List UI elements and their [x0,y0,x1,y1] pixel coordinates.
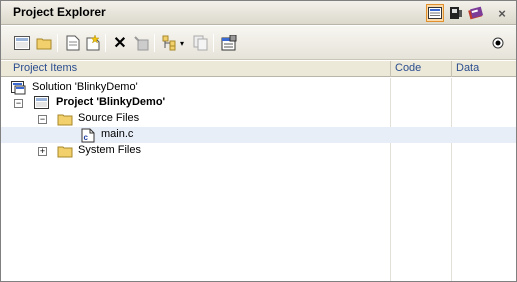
tree-view: Solution 'BlinkyDemo' − Project 'BlinkyD… [1,78,516,281]
folder-icon [57,144,73,158]
project-icon [34,96,50,110]
toolbar-separator [105,34,106,52]
device-icon[interactable] [447,4,465,22]
toolbar-separator [57,34,58,52]
tree-row-main-c[interactable]: c main.c [1,127,516,143]
c-file-icon: c [80,128,96,143]
new-file-icon[interactable] [64,34,82,52]
tree-options-icon[interactable] [161,34,179,52]
svg-text:c: c [84,133,89,142]
close-icon[interactable]: × [493,4,511,22]
title-bar: Project Explorer × [1,1,516,25]
collapse-toggle[interactable]: − [14,99,23,108]
radio-indicator-icon[interactable] [489,34,507,52]
project-explorer-window: Project Explorer × ✕ ▾ Project Items Cod… [0,0,517,282]
new-project-icon[interactable] [13,34,31,52]
properties-icon[interactable] [220,34,238,52]
folder-icon [57,112,73,126]
dropdown-arrow-icon[interactable]: ▾ [178,34,186,52]
expand-toggle[interactable]: + [38,147,47,156]
tree-row-system-files[interactable]: + System Files [1,143,516,159]
column-data[interactable]: Data [456,62,479,74]
column-project-items[interactable]: Project Items [13,62,77,74]
column-divider[interactable] [451,61,452,77]
collapse-toggle[interactable]: − [38,115,47,124]
tree-label: main.c [101,128,134,140]
column-header: Project Items Code Data [1,61,516,77]
tree-row-source-files[interactable]: − Source Files [1,111,516,127]
column-code[interactable]: Code [395,62,421,74]
delete-icon[interactable]: ✕ [111,34,129,52]
tree-label: Project 'BlinkyDemo' [56,96,166,108]
copy-faded-icon[interactable] [192,34,210,52]
toolbar-separator [154,34,155,52]
tree-row-solution[interactable]: Solution 'BlinkyDemo' [1,80,516,96]
toolbar-separator [213,34,214,52]
open-folder-icon[interactable] [35,34,53,52]
books-icon[interactable] [467,4,485,22]
properties-faded-icon[interactable] [132,34,150,52]
tree-label: Source Files [78,112,140,124]
tree-label: Solution 'BlinkyDemo' [32,81,138,93]
add-file-icon[interactable] [84,34,102,52]
project-view-icon[interactable] [426,4,444,22]
panel-title: Project Explorer [13,5,106,19]
solution-icon [11,81,27,95]
tree-row-project[interactable]: − Project 'BlinkyDemo' [1,95,516,111]
tree-label: System Files [78,144,141,156]
toolbar: ✕ ▾ [1,26,516,60]
column-divider[interactable] [390,61,391,77]
